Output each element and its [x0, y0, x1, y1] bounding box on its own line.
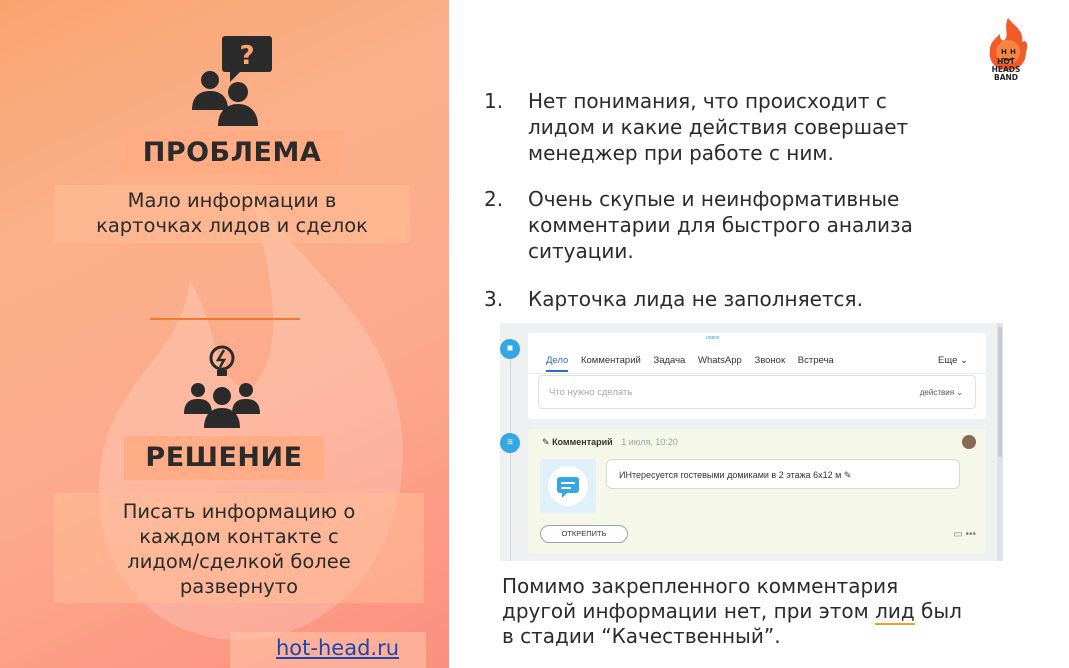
activity-tabs: Дело Комментарий Задача WhatsApp Звонок …: [546, 355, 844, 372]
list-line: Очень скупые и неинформативные: [528, 187, 900, 211]
tab-delo[interactable]: Дело: [546, 355, 569, 372]
comment-text-bubble: ИНтересуется гостевыми домиками в 2 этаж…: [606, 459, 960, 489]
list-number: 2.: [484, 187, 504, 211]
comment-title: Комментарий: [552, 437, 613, 447]
list-line: менеджер при работе с ним.: [528, 141, 834, 165]
section-divider: [150, 318, 300, 320]
scrollbar[interactable]: [997, 323, 1003, 561]
list-number: 3.: [484, 287, 504, 311]
actions-label: действия: [919, 388, 955, 397]
svg-text:H: H: [1001, 48, 1007, 56]
tab-divider: [528, 373, 986, 374]
list-number: 1.: [484, 89, 504, 113]
problem-desc-line: Мало информации в: [127, 189, 337, 212]
chevron-down-icon: ⌄: [956, 388, 963, 397]
edit-icon[interactable]: ✎: [844, 470, 852, 480]
comment-header: ✎ Комментарий 1 июля, 10:20: [542, 437, 678, 448]
svg-text:H: H: [1010, 48, 1016, 56]
list-item: 2. Очень скупые и неинформативные коммен…: [480, 186, 913, 264]
list-item: 3. Карточка лида не заполняется.: [480, 286, 863, 312]
chat-icon: ■: [500, 339, 520, 359]
todo-placeholder: Что нужно сделать: [549, 387, 633, 398]
solution-description: Писать информацию о каждом контакте с ли…: [54, 493, 424, 603]
tab-call[interactable]: Звонок: [754, 355, 785, 366]
tab-meeting[interactable]: Встреча: [798, 355, 834, 366]
comment-tools: ▭ •••: [953, 529, 976, 540]
solution-desc-line: Писать информацию о: [122, 500, 356, 523]
caption-line: в стадии “Качественный”.: [502, 624, 781, 648]
more-label: Еще: [938, 355, 958, 366]
tab-task[interactable]: Задача: [653, 355, 685, 366]
caption-part: был: [914, 599, 962, 623]
todo-input[interactable]: Что нужно сделать действия ⌄: [538, 375, 976, 409]
scrollbar-thumb[interactable]: [998, 327, 1002, 457]
solution-label: РЕШЕНИЕ: [124, 436, 324, 480]
caption-line: другой информации нет, при этом лид был: [502, 599, 1062, 625]
comment-bubble-icon: [540, 459, 596, 513]
problem-description: Мало информации в карточках лидов и сдел…: [54, 185, 410, 243]
note-icon: ≡: [500, 433, 520, 453]
caption-part: другой информации нет, при этом: [502, 599, 876, 623]
pin-icon: ✎: [542, 437, 550, 447]
tab-whatsapp[interactable]: WhatsApp: [698, 355, 742, 366]
solution-desc-line: каждом контакте с: [139, 525, 339, 548]
tab-comment[interactable]: Комментарий: [581, 355, 641, 366]
new-badge: новое: [706, 335, 720, 341]
solution-desc-line: лидом/сделкой более: [127, 550, 351, 573]
caption-line: Помимо закрепленного комментария: [502, 574, 899, 598]
people-idea-icon: [184, 345, 260, 428]
list-line: комментарии для быстрого анализа: [528, 213, 913, 237]
site-link[interactable]: hot-head.ru: [276, 636, 399, 660]
comment-body: ИНтересуется гостевыми домиками в 2 этаж…: [619, 470, 842, 480]
bottom-caption: Помимо закрепленного комментария другой …: [502, 574, 1062, 649]
activity-card: новое Дело Комментарий Задача WhatsApp З…: [528, 333, 986, 419]
caption-underlined: лид: [875, 599, 915, 625]
pinned-comment-card: ✎ Комментарий 1 июля, 10:20 ИНтересуется…: [528, 429, 986, 553]
crm-screenshot: ■ ≡ новое Дело Комментарий Задача WhatsA…: [500, 323, 1003, 561]
list-line: Карточка лида не заполняется.: [528, 287, 863, 311]
logo-text: HOT HEADS BAND: [980, 58, 1032, 82]
list-line: Нет понимания, что происходит с: [528, 89, 887, 113]
problem-label: ПРОБЛЕМА: [120, 131, 344, 175]
unpin-button[interactable]: ОТКРЕПИТЬ: [540, 525, 628, 543]
problem-desc-line: карточках лидов и сделок: [96, 214, 368, 237]
list-line: лидом и какие действия совершает: [528, 115, 909, 139]
actions-dropdown[interactable]: действия ⌄: [920, 388, 963, 397]
left-panel: ? ПРОБЛЕМА Мало информации в карточках л…: [0, 0, 449, 668]
logo-line: BAND: [993, 73, 1019, 82]
svg-text:?: ?: [239, 41, 254, 71]
note-icon[interactable]: ▭: [953, 529, 962, 540]
list-item: 1. Нет понимания, что происходит с лидом…: [480, 88, 908, 166]
more-dots-icon[interactable]: •••: [965, 529, 976, 540]
comment-date: 1 июля, 10:20: [621, 437, 678, 447]
solution-desc-line: развернуто: [179, 575, 299, 598]
list-line: ситуации.: [528, 239, 634, 263]
chevron-down-icon: ⌄: [960, 355, 968, 366]
more-menu-button[interactable]: Еще ⌄: [938, 355, 968, 366]
comment-text: ИНтересуется гостевыми домиками в 2 этаж…: [619, 470, 851, 481]
avatar[interactable]: [962, 435, 976, 449]
people-question-icon: ?: [192, 36, 272, 126]
